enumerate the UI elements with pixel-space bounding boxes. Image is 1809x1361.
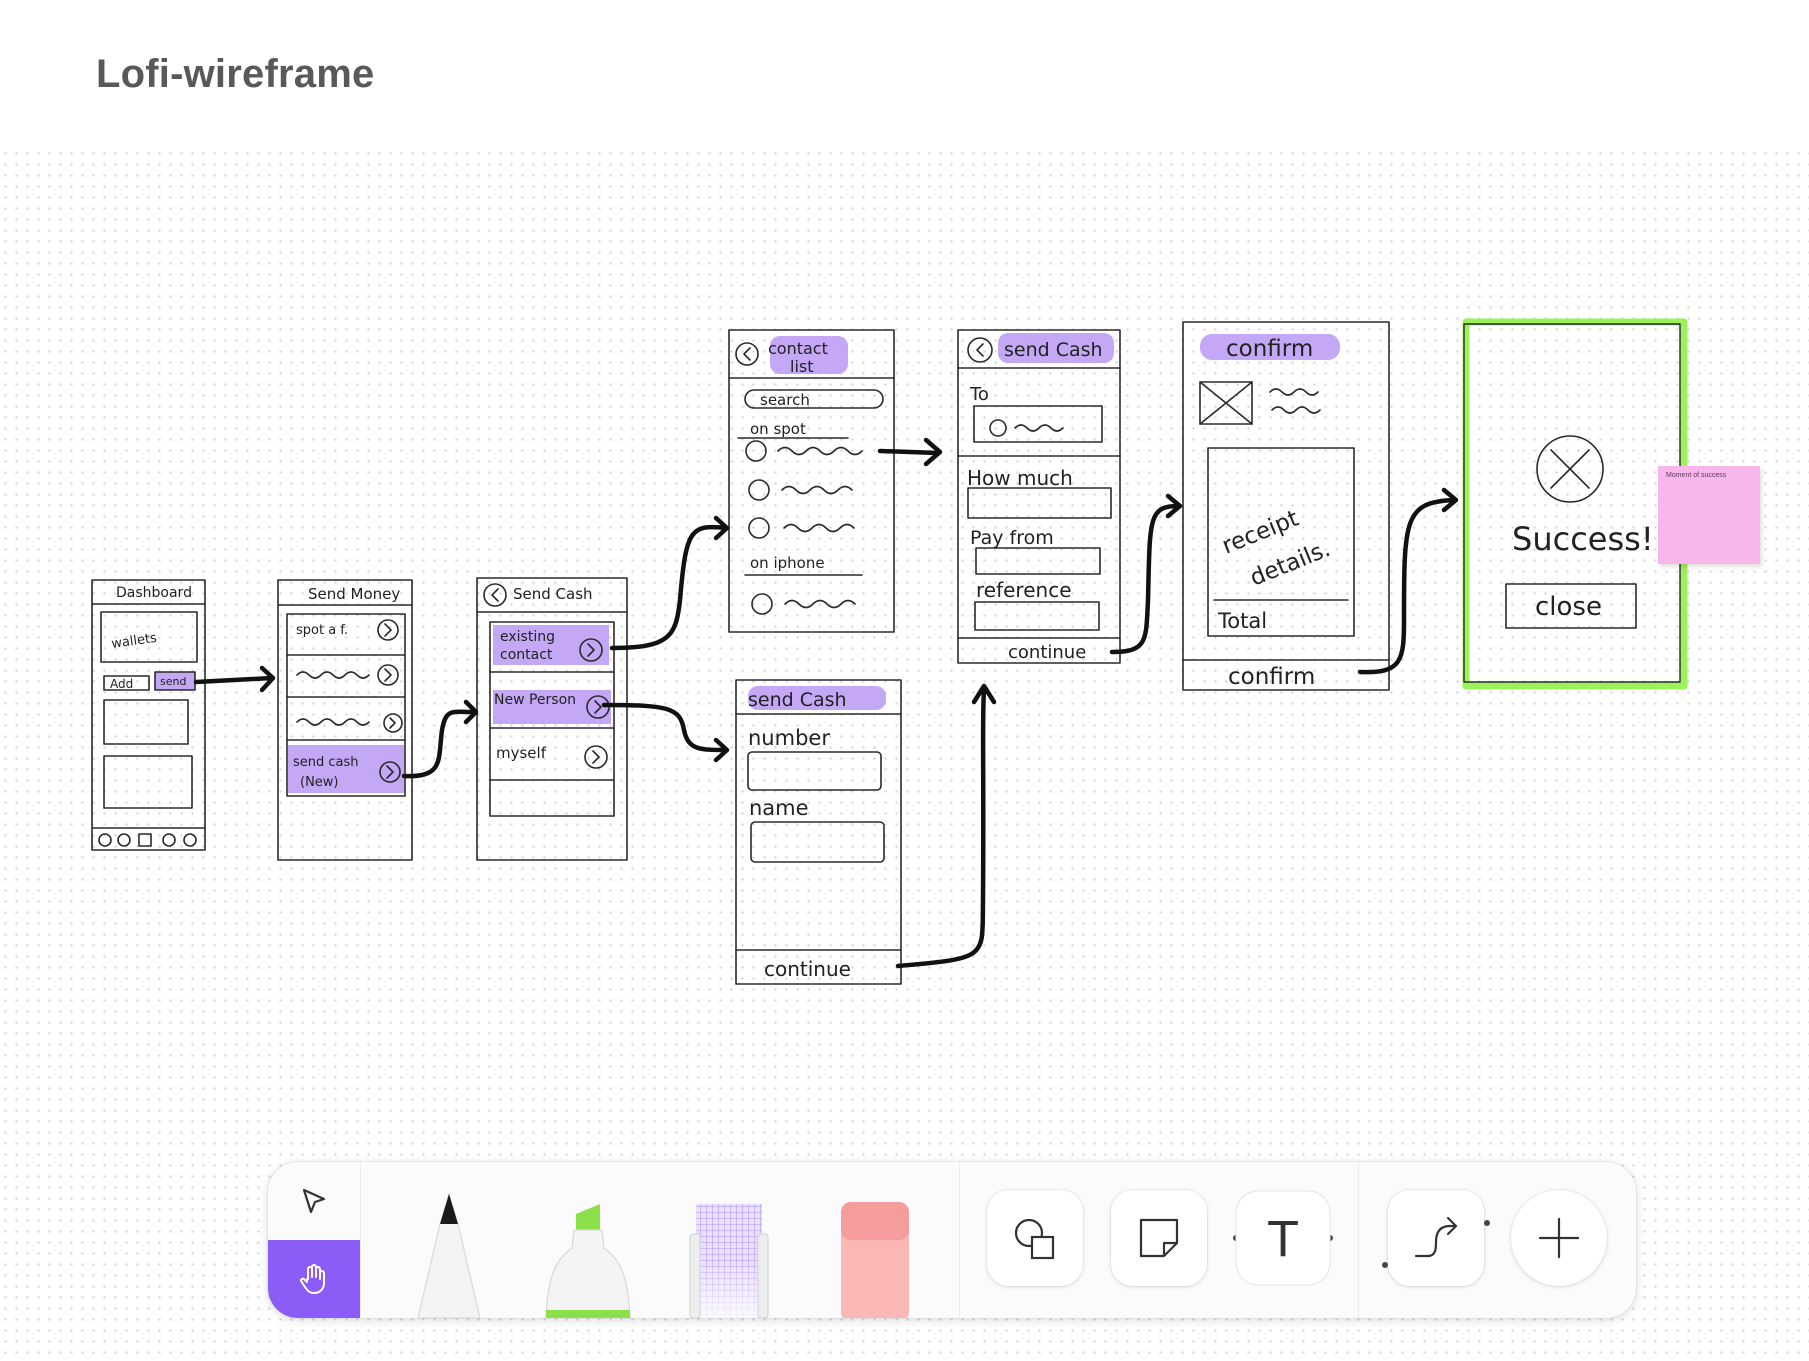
highlighter-tool-button[interactable] xyxy=(544,1200,632,1318)
highlighter-icon xyxy=(545,1204,631,1318)
new-tag: (New) xyxy=(300,775,339,790)
add-button-label: Add xyxy=(110,677,133,691)
existing-contact-line2: contact xyxy=(500,647,553,663)
frame-success[interactable] xyxy=(1462,318,1688,690)
add-tool-button[interactable] xyxy=(1511,1190,1607,1286)
on-iphone-heading: on iphone xyxy=(750,554,825,572)
toolbar-divider-2 xyxy=(1358,1162,1359,1318)
sticky-note-tool-button[interactable] xyxy=(1111,1190,1207,1286)
page-title: Lofi-wireframe xyxy=(96,52,375,96)
existing-contact-line1: existing xyxy=(500,629,555,645)
toolbar-divider xyxy=(959,1162,960,1318)
sticky-note[interactable]: Moment of success xyxy=(1658,466,1760,564)
spot-option: spot a f. xyxy=(296,623,348,638)
send-button-label: send xyxy=(160,675,186,688)
lasso-grid-icon xyxy=(689,1204,769,1318)
reference-label: reference xyxy=(976,578,1072,602)
drawing-toolbar: T xyxy=(268,1162,1636,1318)
send-cash-new-title: send Cash xyxy=(748,689,847,711)
frame-confirm[interactable] xyxy=(1182,321,1390,691)
select-tool-button[interactable] xyxy=(268,1162,360,1240)
pen-icon xyxy=(417,1191,481,1318)
plus-icon xyxy=(1538,1217,1580,1259)
frame-send-cash-amount[interactable] xyxy=(957,329,1121,664)
send-cash-amount-title: send Cash xyxy=(1004,339,1103,361)
continue-button-amount[interactable]: continue xyxy=(1008,642,1086,663)
eraser-tool-button[interactable] xyxy=(839,1200,911,1318)
name-label: name xyxy=(749,796,809,820)
pen-tool-button[interactable] xyxy=(406,1190,492,1318)
continue-button-new[interactable]: continue xyxy=(764,957,851,981)
connector-icon xyxy=(1414,1216,1458,1258)
shapes-tool-button[interactable] xyxy=(987,1190,1083,1286)
confirm-button[interactable]: confirm xyxy=(1228,664,1315,690)
search-field[interactable]: search xyxy=(760,391,810,409)
sticky-note-icon xyxy=(1139,1218,1179,1258)
dashboard-title: Dashboard xyxy=(116,585,192,601)
close-button[interactable]: close xyxy=(1535,592,1602,622)
lasso-tool-button[interactable] xyxy=(688,1200,770,1318)
total-label: Total xyxy=(1217,609,1267,633)
send-money-title: Send Money xyxy=(308,585,400,603)
text-icon: T xyxy=(1235,1190,1331,1286)
frame-send-cash[interactable] xyxy=(476,577,628,861)
navigation-tools xyxy=(268,1162,361,1318)
number-label: number xyxy=(748,726,830,750)
connector-handle-left xyxy=(1382,1262,1388,1268)
hand-tool-button[interactable] xyxy=(268,1240,360,1318)
eraser-icon xyxy=(841,1202,909,1318)
sticky-note-text: Moment of success xyxy=(1666,472,1727,479)
to-label: To xyxy=(969,384,989,405)
send-cash-option: send cash xyxy=(293,755,359,770)
how-much-label: How much xyxy=(967,466,1073,490)
myself-option: myself xyxy=(496,744,547,762)
send-cash-title: Send Cash xyxy=(513,585,593,603)
new-person-option: New Person xyxy=(494,692,576,708)
confirm-title: confirm xyxy=(1226,336,1313,362)
pointer-arrow-icon xyxy=(302,1188,326,1214)
contact-list-title-2: list xyxy=(790,357,814,376)
shapes-icon xyxy=(1014,1218,1055,1260)
text-tool-button[interactable]: T xyxy=(1233,1190,1333,1286)
frame-dashboard[interactable] xyxy=(91,579,206,851)
hand-icon xyxy=(300,1264,325,1294)
text-tool-label: T xyxy=(1267,1212,1298,1268)
frame-send-money[interactable] xyxy=(277,579,413,861)
success-message: Success! xyxy=(1512,520,1654,558)
connector-tool-button[interactable] xyxy=(1382,1190,1490,1286)
connector-handle-right xyxy=(1484,1220,1490,1226)
on-spot-heading: on spot xyxy=(750,420,806,438)
contact-list-title-1: contact xyxy=(768,339,828,358)
wallets-label: wallets xyxy=(110,631,158,652)
pay-from-label: Pay from xyxy=(970,527,1054,549)
